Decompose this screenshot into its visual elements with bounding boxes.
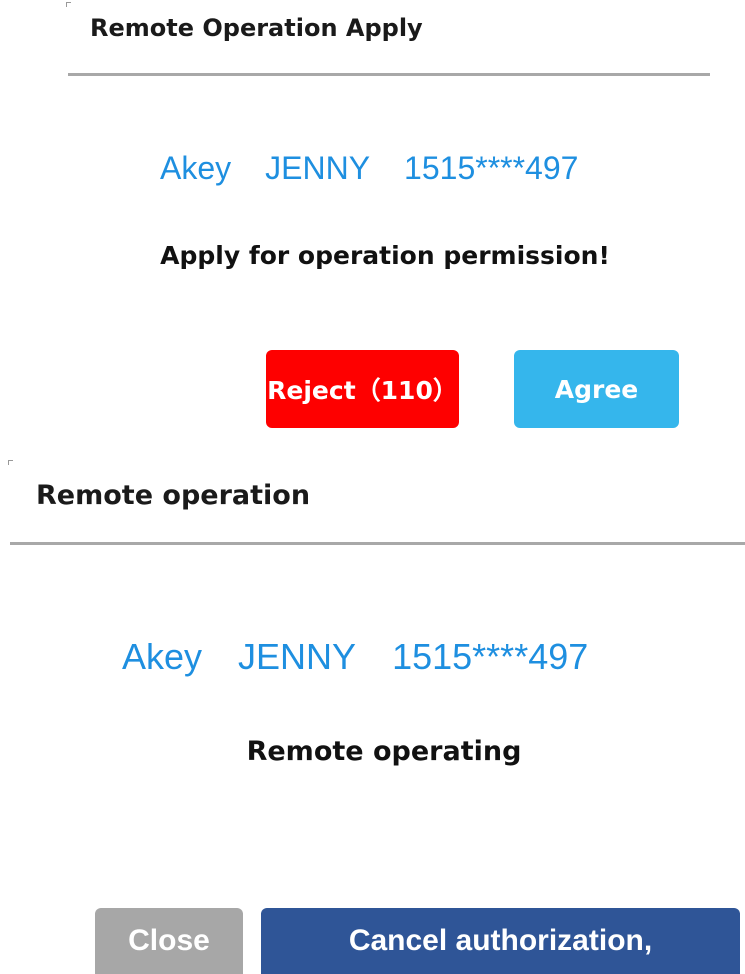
reject-button[interactable]: Reject（110） bbox=[266, 350, 459, 428]
operator-name: Akey bbox=[122, 636, 203, 677]
requester-name: Akey bbox=[160, 150, 232, 186]
close-button[interactable]: Close bbox=[95, 908, 243, 974]
requester-phone: 1515****497 bbox=[404, 150, 579, 186]
remote-operation-dialog: Remote operation Akey JENNY 1515****497 … bbox=[0, 452, 745, 974]
title-divider bbox=[68, 73, 710, 76]
agree-button[interactable]: Agree bbox=[514, 350, 679, 428]
operator-info: Akey JENNY 1515****497 bbox=[122, 636, 624, 678]
permission-message: Apply for operation permission! bbox=[160, 241, 610, 270]
dialog-title: Remote operation bbox=[36, 480, 311, 511]
corner-mark bbox=[8, 460, 13, 465]
operator-alias: JENNY bbox=[238, 636, 357, 677]
operating-status-message: Remote operating bbox=[246, 736, 522, 767]
title-divider bbox=[10, 542, 745, 545]
dialog-title: Remote Operation Apply bbox=[90, 14, 423, 42]
corner-mark bbox=[66, 2, 71, 7]
requester-alias: JENNY bbox=[265, 150, 371, 186]
operator-phone: 1515****497 bbox=[392, 636, 589, 677]
cancel-authorization-button[interactable]: Cancel authorization, bbox=[261, 908, 740, 974]
remote-operation-apply-dialog: Remote Operation Apply Akey JENNY 1515**… bbox=[0, 0, 745, 452]
screenshot-page: Remote Operation Apply Akey JENNY 1515**… bbox=[0, 0, 745, 974]
requester-info: Akey JENNY 1515****497 bbox=[160, 150, 612, 187]
